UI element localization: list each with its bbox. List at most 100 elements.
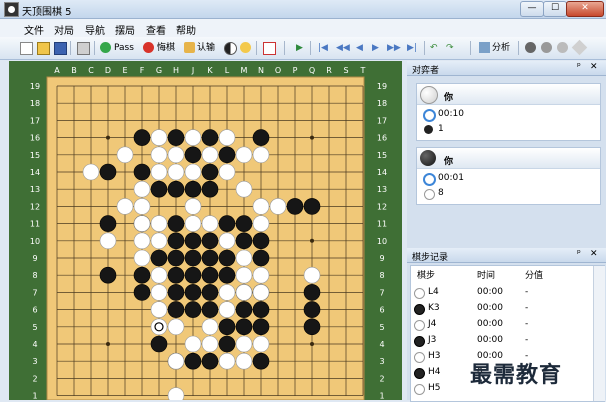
last-move-icon[interactable]: ▶| [407,41,417,55]
column-label: E [122,66,127,75]
territory-icon[interactable] [541,42,552,53]
move-score: - [525,287,529,297]
resign-button[interactable]: 认输 [197,41,215,55]
black-stone [201,352,219,370]
forward-ten-icon[interactable]: ▶▶ [387,41,401,55]
white-stone [133,180,151,198]
black-stone [167,284,185,301]
column-label: P [293,66,298,75]
black-stone [201,163,219,181]
row-label-left: 11 [30,220,40,229]
move-score: - [525,303,529,313]
column-header-score[interactable]: 分值 [525,268,543,281]
white-stone [150,266,168,284]
move-list-scrollbar[interactable] [593,266,605,401]
minimize-button[interactable]: — [520,1,544,17]
white-stone [235,335,253,353]
stone-color-icon[interactable] [224,42,237,55]
variation-forward-icon[interactable]: ↷ [446,41,454,55]
white-stone [252,146,270,164]
row-label-left: 7 [32,288,37,297]
column-label: J [191,66,194,75]
captured-white-stone-icon [424,189,435,200]
black-stone [150,180,168,198]
influence-icon[interactable] [557,42,568,53]
open-folder-icon[interactable] [37,42,50,55]
move-row[interactable]: K3 00:00 - [411,301,593,316]
black-stone-icon [414,304,425,315]
row-label-left: 9 [32,254,37,263]
forward-one-icon[interactable]: ▶ [372,41,379,55]
toolbar: Pass 悔棋 认输 ▶ |◀ ◀◀ ◀ ▶ ▶▶ ▶| ↶ ↷ 分析 [0,37,606,60]
column-label: R [326,66,332,75]
white-stone [235,352,253,370]
first-move-icon[interactable]: |◀ [318,41,328,55]
move-time: 00:00 [477,335,503,345]
menu-game[interactable]: 对局 [54,22,74,37]
close-icon[interactable]: ✕ [590,249,598,259]
pin-icon[interactable]: ᵖ [577,62,581,72]
new-file-icon[interactable] [20,42,33,55]
black-stone [218,249,236,267]
move-row[interactable]: J3 00:00 - [411,333,593,348]
analysis-button[interactable]: 分析 [492,41,510,55]
analysis-icon [479,42,490,53]
clock-icon [423,109,436,122]
row-label-right: 15 [377,151,387,160]
white-stone [133,215,151,232]
back-ten-icon[interactable]: ◀◀ [336,41,350,55]
black-stone [235,318,253,336]
maximize-button[interactable]: ☐ [543,1,567,17]
move-row[interactable]: J4 00:00 - [411,317,593,332]
move-row[interactable]: L4 00:00 - [411,285,593,300]
close-icon[interactable]: ✕ [590,62,598,72]
move-time: 00:00 [477,287,503,297]
diamond-icon[interactable] [571,39,588,56]
menu-file[interactable]: 文件 [24,22,44,37]
column-label: D [105,66,111,75]
black-stone [184,180,202,198]
row-label-left: 8 [32,271,37,280]
column-label: N [258,66,264,75]
print-icon[interactable] [77,42,90,55]
white-stone [269,198,287,215]
close-window-button[interactable]: ✕ [566,1,604,17]
black-stone [235,215,253,232]
black-stone-icon [414,368,425,379]
column-header-time[interactable]: 时间 [477,268,495,281]
toolbar-separator [424,41,425,55]
white-stone [252,198,270,215]
menu-view[interactable]: 查看 [146,22,166,37]
move-time: 00:00 [477,319,503,329]
go-board[interactable]: A B C D E F G H J K L M N O P Q R S T19 1918 1817 1716 1615 151… [9,61,402,400]
watermark-text: 最需教育 [470,362,563,388]
white-stone [150,163,168,181]
hint-bulb-icon[interactable] [240,42,251,53]
play-icon[interactable]: ▶ [296,41,303,55]
undo-button[interactable]: 悔棋 [157,41,175,55]
toolbar-separator [310,41,311,55]
row-label-right: 8 [379,271,384,280]
white-stone [184,198,202,215]
row-label-left: 14 [30,168,40,177]
row-label-left: 17 [30,116,40,125]
menu-help[interactable]: 帮助 [176,22,196,37]
menu-navigate[interactable]: 导航 [85,22,105,37]
pass-button[interactable]: Pass [114,41,134,55]
pin-icon[interactable]: ᵖ [577,249,581,259]
score-icon[interactable] [263,42,276,55]
variation-back-icon[interactable]: ↶ [430,41,438,55]
star-point [106,342,110,346]
row-label-right: 14 [377,168,387,177]
black-stone [252,352,270,370]
save-icon[interactable] [54,42,67,55]
black-stone [201,284,219,301]
row-label-right: 16 [377,134,387,143]
stones-icon[interactable] [525,42,536,53]
menu-setup[interactable]: 摆局 [115,22,135,37]
column-label: B [71,66,77,75]
column-label: G [156,66,162,75]
right-panel: 对弈者 ᵖ ✕ 你 00:10 1 你 00:01 8 棋步记录 ᵖ ✕ 棋步 … [407,61,606,402]
column-header-move[interactable]: 棋步 [417,268,435,281]
back-one-icon[interactable]: ◀ [356,41,363,55]
